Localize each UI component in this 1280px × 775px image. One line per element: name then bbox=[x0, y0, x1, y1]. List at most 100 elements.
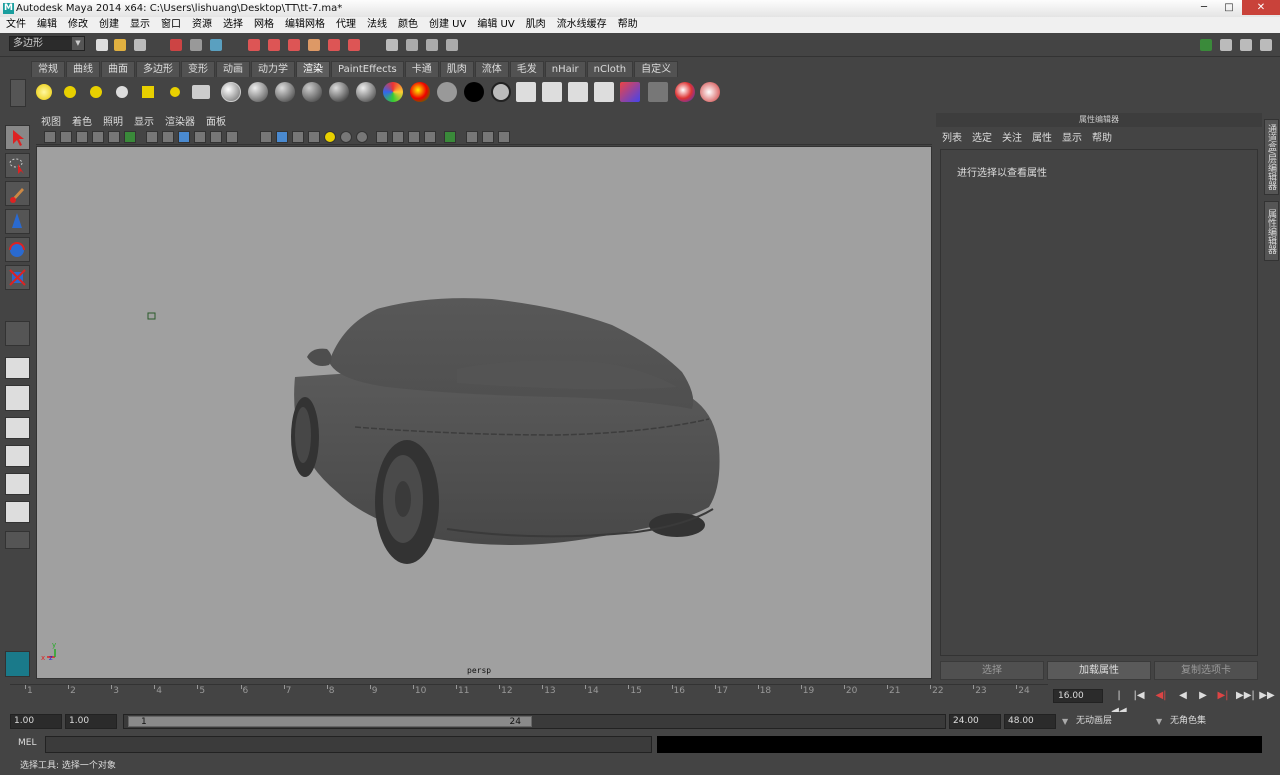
range-slider-thumb[interactable]: 1 24 bbox=[128, 716, 532, 727]
car-model[interactable]: x y z bbox=[37, 147, 932, 679]
ae-menu-list[interactable]: 列表 bbox=[942, 132, 962, 146]
wireframe-icon[interactable] bbox=[260, 131, 272, 143]
point-light-icon[interactable] bbox=[86, 80, 108, 104]
ae-menu-focus[interactable]: 关注 bbox=[1002, 132, 1022, 146]
tab-ncloth[interactable]: nCloth bbox=[586, 61, 634, 77]
vp-menu-panels[interactable]: 面板 bbox=[206, 115, 226, 130]
menu-set-selector[interactable]: 多边形 ▼ bbox=[9, 36, 85, 51]
use-all-lights-icon[interactable] bbox=[324, 131, 336, 143]
step-forward-frame-button[interactable]: ▶▶| bbox=[1236, 688, 1255, 704]
last-tool-icon[interactable] bbox=[5, 321, 30, 346]
vp-menu-show[interactable]: 显示 bbox=[134, 115, 154, 130]
render-frame-icon[interactable] bbox=[404, 37, 420, 53]
animation-end-field[interactable]: 48.00 bbox=[1004, 714, 1056, 729]
save-scene-icon[interactable] bbox=[132, 37, 148, 53]
vp-menu-renderer[interactable]: 渲染器 bbox=[165, 115, 195, 130]
tab-polygons[interactable]: 多边形 bbox=[136, 61, 180, 77]
layout-options-icon[interactable] bbox=[5, 531, 30, 549]
close-button[interactable]: ✕ bbox=[1242, 0, 1280, 15]
play-backwards-button[interactable]: ◀ bbox=[1174, 688, 1192, 704]
grid-toggle-icon[interactable] bbox=[108, 131, 120, 143]
persp-outliner-layout-icon[interactable] bbox=[5, 417, 30, 439]
wireframe-on-shaded-icon[interactable] bbox=[292, 131, 304, 143]
tab-animation[interactable]: 动画 bbox=[216, 61, 250, 77]
toggle-attribute-editor-icon[interactable] bbox=[1218, 37, 1234, 53]
safe-title-icon[interactable] bbox=[210, 131, 222, 143]
safe-action-icon[interactable] bbox=[194, 131, 206, 143]
menu-create-uvs[interactable]: 创建 UV bbox=[429, 17, 466, 33]
rotate-tool-icon[interactable] bbox=[5, 237, 30, 262]
play-forwards-button[interactable]: ▶ bbox=[1194, 688, 1212, 704]
tab-rendering[interactable]: 渲染 bbox=[296, 61, 330, 77]
spot-light-icon[interactable] bbox=[112, 80, 134, 104]
range-slider[interactable]: 1 24 bbox=[123, 714, 946, 729]
gate-mask-icon[interactable] bbox=[162, 131, 174, 143]
blinn-material-icon[interactable] bbox=[274, 80, 296, 104]
snap-live-icon[interactable] bbox=[346, 37, 362, 53]
bookmarks-icon[interactable] bbox=[76, 131, 88, 143]
mel-label[interactable]: MEL bbox=[18, 738, 36, 748]
tab-attribute-editor[interactable]: 属性编辑器 bbox=[1264, 201, 1279, 261]
render-current-frame-icon[interactable] bbox=[515, 80, 537, 104]
open-scene-icon[interactable] bbox=[112, 37, 128, 53]
layered-shader-icon[interactable] bbox=[328, 80, 350, 104]
ae-menu-show[interactable]: 显示 bbox=[1062, 132, 1082, 146]
toggle-channel-box-icon[interactable] bbox=[1198, 37, 1214, 53]
maximize-button[interactable]: □ bbox=[1217, 0, 1241, 15]
menu-assets[interactable]: 资源 bbox=[192, 17, 212, 33]
surface-shader-icon[interactable] bbox=[436, 80, 458, 104]
persp-graph-layout-icon[interactable] bbox=[5, 445, 30, 467]
shelf-menu-icon[interactable] bbox=[10, 79, 26, 107]
textured-icon[interactable] bbox=[308, 131, 320, 143]
tab-general[interactable]: 常规 bbox=[31, 61, 65, 77]
volume-light-icon[interactable] bbox=[164, 80, 186, 104]
single-perspective-layout-icon[interactable] bbox=[5, 357, 30, 379]
move-tool-icon[interactable] bbox=[5, 209, 30, 234]
paint-render-icon[interactable] bbox=[699, 80, 721, 104]
ipr-icon[interactable] bbox=[541, 80, 563, 104]
lambert-material-icon[interactable] bbox=[301, 80, 323, 104]
current-frame-field[interactable]: 16.00 bbox=[1053, 689, 1103, 703]
menu-select[interactable]: 选择 bbox=[223, 17, 243, 33]
time-slider[interactable]: 1 2 3 4 5 6 7 8 9 10 11 12 13 14 15 16 17 18 19 20 21 22 23 24 bbox=[10, 684, 1048, 710]
select-button[interactable]: 选择 bbox=[940, 661, 1044, 680]
select-tool-icon[interactable] bbox=[5, 125, 30, 150]
anim-layer-selector[interactable]: 无动画层 bbox=[1076, 714, 1112, 729]
share-view-icon[interactable] bbox=[498, 131, 510, 143]
film-gate-icon[interactable] bbox=[124, 131, 136, 143]
perspective-viewport[interactable]: x y z persp bbox=[36, 146, 932, 679]
directional-light-icon[interactable] bbox=[60, 80, 82, 104]
select-component-icon[interactable] bbox=[208, 37, 224, 53]
resolution-gate-icon[interactable] bbox=[146, 131, 158, 143]
heads-up-icon[interactable] bbox=[226, 131, 238, 143]
image-plane-icon[interactable] bbox=[92, 131, 104, 143]
menu-modify[interactable]: 修改 bbox=[68, 17, 88, 33]
tab-surfaces[interactable]: 曲面 bbox=[101, 61, 135, 77]
color-shader-icon[interactable] bbox=[409, 80, 431, 104]
snap-surface-icon[interactable] bbox=[326, 37, 342, 53]
field-chart-icon[interactable] bbox=[178, 131, 190, 143]
smooth-shade-icon[interactable] bbox=[276, 131, 288, 143]
render-region-icon[interactable] bbox=[593, 80, 615, 104]
camera-attributes-icon[interactable] bbox=[60, 131, 72, 143]
playback-end-field[interactable]: 24.00 bbox=[949, 714, 1001, 729]
menu-create[interactable]: 创建 bbox=[99, 17, 119, 33]
tab-channel-box[interactable]: 通道盒/层编辑器 bbox=[1264, 119, 1279, 195]
persp-graph-outliner-layout-icon[interactable] bbox=[5, 501, 30, 523]
toggle-tool-settings-icon[interactable] bbox=[1238, 37, 1254, 53]
render-view-icon[interactable] bbox=[384, 37, 400, 53]
ambient-light-icon[interactable] bbox=[34, 80, 56, 104]
tab-fur[interactable]: 毛发 bbox=[509, 61, 544, 77]
maya-help-logo-icon[interactable] bbox=[5, 651, 30, 677]
snap-plane-icon[interactable] bbox=[306, 37, 322, 53]
tab-dynamics[interactable]: 动力学 bbox=[251, 61, 295, 77]
motion-blur-icon[interactable] bbox=[376, 131, 388, 143]
persp-hypershade-layout-icon[interactable] bbox=[5, 473, 30, 495]
menu-window[interactable]: 窗口 bbox=[161, 17, 181, 33]
depth-of-field-icon[interactable] bbox=[408, 131, 420, 143]
area-light-icon[interactable] bbox=[138, 80, 160, 104]
tab-nhair[interactable]: nHair bbox=[544, 61, 586, 77]
snap-curve-icon[interactable] bbox=[266, 37, 282, 53]
menu-normals[interactable]: 法线 bbox=[367, 17, 387, 33]
snap-grid-icon[interactable] bbox=[246, 37, 262, 53]
